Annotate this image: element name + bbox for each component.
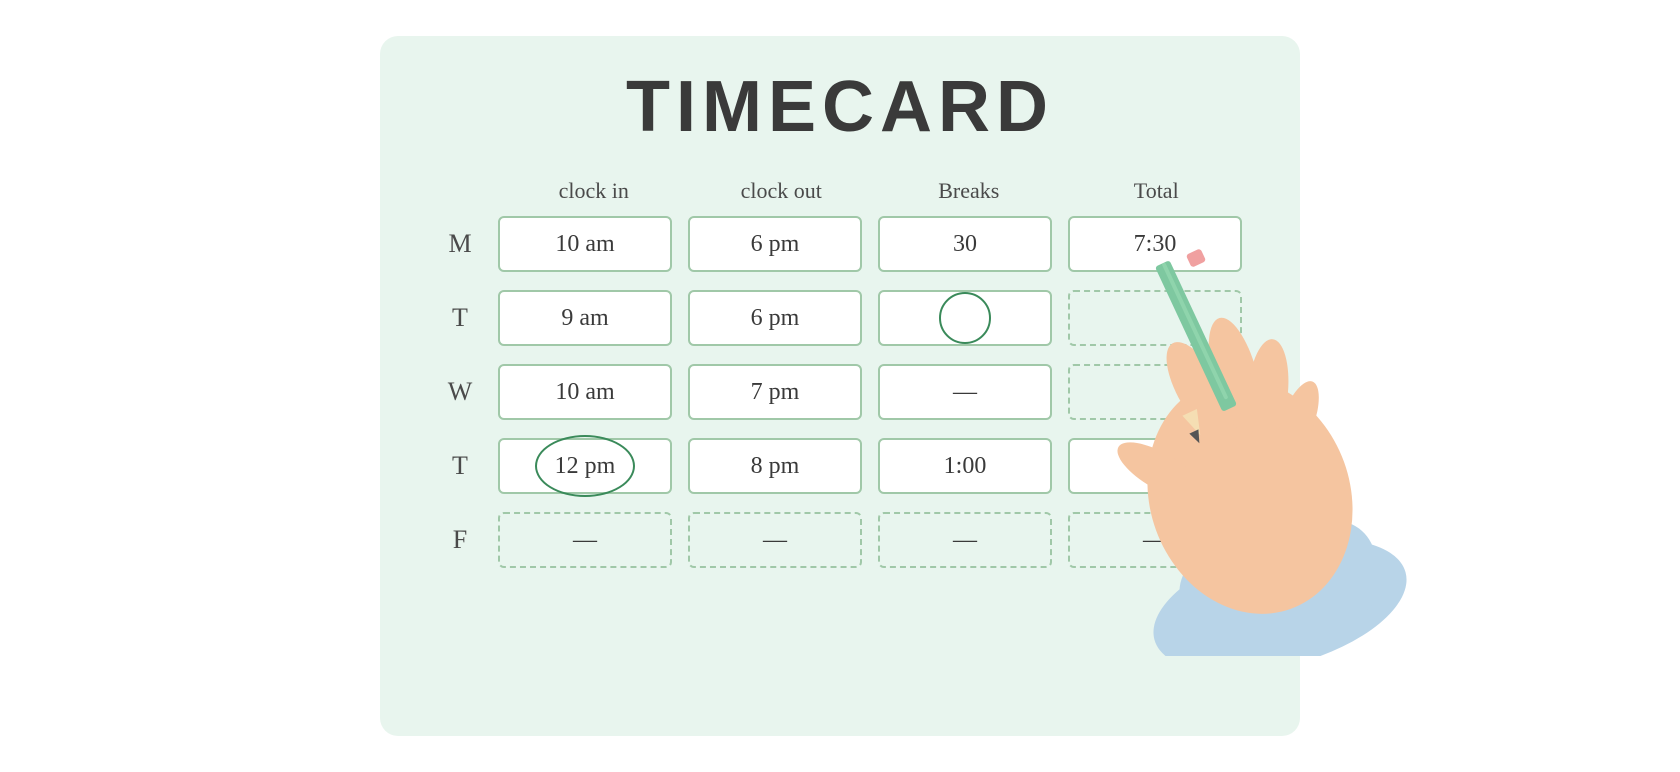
timecard-table: clock in clock out Breaks Total M 10 am … (430, 178, 1250, 572)
cell-breaks: — (878, 512, 1052, 568)
cell-clock-out: 6 pm (688, 216, 862, 272)
cell-clock-in: — (498, 512, 672, 568)
cell-total: 7:00 (1068, 438, 1242, 494)
cell-breaks: 30 (878, 216, 1052, 272)
table-row: T 9 am 6 pm (430, 286, 1250, 350)
cell-breaks: 1:00 (878, 438, 1052, 494)
cell-clock-in-circled: 12 pm (498, 438, 672, 494)
header-clock-out: clock out (688, 178, 876, 204)
cell-clock-in: 10 am (498, 216, 672, 272)
table-row: M 10 am 6 pm 30 7:30 (430, 212, 1250, 276)
header-breaks: Breaks (875, 178, 1063, 204)
cell-total: 7:30 (1068, 216, 1242, 272)
cell-clock-in: 10 am (498, 364, 672, 420)
page-title: TIMECARD (430, 66, 1250, 148)
table-row: W 10 am 7 pm — (430, 360, 1250, 424)
cell-breaks (878, 290, 1052, 346)
cell-clock-in: 9 am (498, 290, 672, 346)
day-label: M (430, 229, 490, 259)
header-day (440, 178, 500, 204)
cell-clock-out: 7 pm (688, 364, 862, 420)
cell-clock-out: — (688, 512, 862, 568)
cell-clock-out: 8 pm (688, 438, 862, 494)
header-clock-in: clock in (500, 178, 688, 204)
cell-total (1068, 290, 1242, 346)
table-row: T 12 pm 8 pm 1:00 7:00 (430, 434, 1250, 498)
timecard-card: TIMECARD clock in clock out Breaks Total… (380, 36, 1300, 736)
day-label: W (430, 377, 490, 407)
cell-clock-out: 6 pm (688, 290, 862, 346)
cell-total (1068, 364, 1242, 420)
cell-breaks: — (878, 364, 1052, 420)
header-total: Total (1063, 178, 1251, 204)
table-row: F — — — — (430, 508, 1250, 572)
table-header: clock in clock out Breaks Total (430, 178, 1250, 204)
day-label: F (430, 525, 490, 555)
day-label: T (430, 451, 490, 481)
day-label: T (430, 303, 490, 333)
cell-total: — (1068, 512, 1242, 568)
